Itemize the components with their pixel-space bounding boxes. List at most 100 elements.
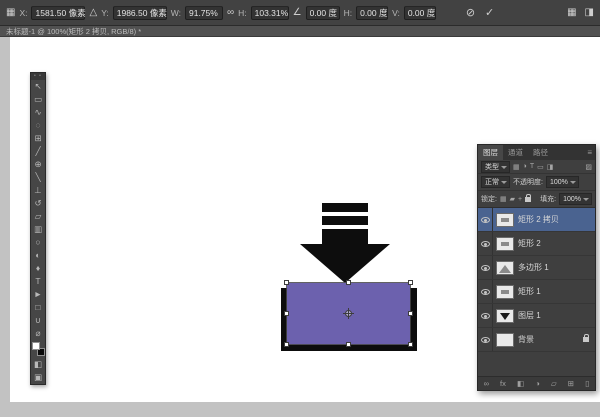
move-tool[interactable]: ↖ (31, 80, 45, 93)
layer-row-rect2-copy[interactable]: 矩形 2 拷贝 (478, 208, 595, 232)
clone-stamp-tool[interactable]: ⊥ (31, 184, 45, 197)
color-swatches[interactable] (32, 342, 45, 356)
layer-name: 矩形 1 (518, 286, 541, 297)
brush-tool[interactable]: ╲ (31, 171, 45, 184)
zoom-tool[interactable]: ⌀ (31, 327, 45, 340)
commit-transform-button[interactable]: ✓ (485, 6, 494, 20)
visibility-toggle[interactable] (478, 304, 493, 327)
new-layer-icon[interactable]: ⊞ (568, 379, 574, 388)
visibility-toggle[interactable] (478, 280, 493, 303)
y-input[interactable]: 1986.50 像素 (113, 6, 167, 20)
height-input[interactable]: 103.31% (251, 6, 289, 20)
quick-selection-tool[interactable]: ◌ (31, 119, 45, 132)
hand-tool[interactable]: ∪ (31, 314, 45, 327)
layer-row-layer1[interactable]: 图层 1 (478, 304, 595, 328)
dodge-tool[interactable]: ◐ (31, 249, 45, 262)
transform-handle-bottom-left[interactable] (284, 342, 289, 347)
transform-handle-top-middle[interactable] (346, 280, 351, 285)
filter-kind-select[interactable]: 类型 (481, 161, 510, 173)
type-tool[interactable]: T (31, 275, 45, 288)
delete-layer-icon[interactable]: ▯ (585, 379, 589, 388)
layer-thumbnail[interactable] (496, 261, 514, 275)
visibility-toggle[interactable] (478, 328, 493, 351)
layer-thumbnail[interactable] (496, 285, 514, 299)
transform-handle-top-right[interactable] (408, 280, 413, 285)
transform-handle-bottom-right[interactable] (408, 342, 413, 347)
visibility-toggle[interactable] (478, 256, 493, 279)
layer-thumbnail[interactable] (496, 309, 514, 323)
link-layers-icon[interactable]: ∞ (484, 379, 489, 388)
transform-bounding-box (286, 282, 411, 345)
lock-all-icon[interactable] (525, 197, 531, 202)
transform-reference-point[interactable] (345, 310, 352, 317)
path-selection-tool[interactable]: ► (31, 288, 45, 301)
transform-handle-middle-right[interactable] (408, 311, 413, 316)
adjustment-layer-icon[interactable]: ◑ (535, 379, 540, 388)
filter-toggle-icon[interactable]: ▨ (585, 163, 592, 171)
new-group-icon[interactable]: ▱ (551, 379, 557, 388)
filter-shape-icon[interactable]: ▭ (537, 163, 544, 171)
fill-select[interactable]: 100% (559, 193, 592, 205)
screen-mode-button[interactable]: ▣ (31, 371, 45, 384)
crop-tool[interactable]: ⊞ (31, 132, 45, 145)
lasso-tool[interactable]: ∿ (31, 106, 45, 119)
layer-thumbnail[interactable] (496, 333, 514, 347)
arrow-stripe-1 (322, 203, 368, 212)
width-input[interactable]: 91.75% (185, 6, 223, 20)
height-label: H: (238, 8, 247, 18)
filter-type-icon[interactable]: T (530, 163, 534, 170)
transform-handle-top-left[interactable] (284, 280, 289, 285)
marquee-tool[interactable]: ▭ (31, 93, 45, 106)
eyedropper-tool[interactable]: ╱ (31, 145, 45, 158)
opacity-select[interactable]: 100% (546, 176, 579, 188)
layer-thumbnail[interactable] (496, 237, 514, 251)
visibility-toggle[interactable] (478, 208, 493, 231)
filter-smart-object-icon[interactable]: ◨ (547, 163, 554, 171)
filter-adjustment-icon[interactable]: ◑ (523, 163, 527, 170)
blend-mode-select[interactable]: 正常 (481, 176, 510, 188)
foreground-color-swatch[interactable] (32, 342, 40, 350)
transform-handle-bottom-middle[interactable] (346, 342, 351, 347)
workspace-icon-2[interactable]: ◨ (585, 7, 594, 18)
eraser-tool[interactable]: ▱ (31, 210, 45, 223)
tab-layers[interactable]: 图层 (478, 145, 503, 160)
tab-channels[interactable]: 通道 (503, 145, 528, 160)
workspace-icon-1[interactable]: ▦ (567, 7, 576, 18)
toolbox-grip[interactable]: • • (31, 73, 45, 80)
v-skew-input[interactable]: 0.00 度 (404, 6, 436, 20)
tab-paths[interactable]: 路径 (528, 145, 553, 160)
healing-brush-tool[interactable]: ⊕ (31, 158, 45, 171)
arrow-stem (322, 229, 368, 244)
layer-row-background[interactable]: 背景 (478, 328, 595, 352)
document-tab[interactable]: 未标题-1 @ 100%(矩形 2 拷贝, RGB/8) * (0, 26, 600, 37)
blur-tool[interactable]: ○ (31, 236, 45, 249)
lock-position-icon[interactable]: + (518, 196, 522, 203)
transform-handle-middle-left[interactable] (284, 311, 289, 316)
lock-transparency-icon[interactable]: ▦ (500, 195, 507, 203)
eye-icon (481, 337, 490, 343)
layer-style-icon[interactable]: fx (500, 379, 506, 388)
gradient-tool[interactable]: ▥ (31, 223, 45, 236)
lock-pixels-icon[interactable]: ▰ (510, 195, 515, 203)
layer-row-polygon1[interactable]: 多边形 1 (478, 256, 595, 280)
link-dimensions-icon[interactable]: ∞ (227, 7, 234, 18)
layer-thumbnail[interactable] (496, 213, 514, 227)
pen-tool[interactable]: ♦ (31, 262, 45, 275)
arrow-stripe-2 (322, 216, 368, 225)
panel-menu-icon[interactable]: ≡ (587, 145, 595, 160)
layer-row-rect1[interactable]: 矩形 1 (478, 280, 595, 304)
h-skew-input[interactable]: 0.00 度 (356, 6, 388, 20)
visibility-toggle[interactable] (478, 232, 493, 255)
reference-point-icon[interactable]: ▦ (6, 7, 15, 18)
relative-position-icon[interactable]: △ (89, 7, 97, 18)
x-input[interactable]: 1581.50 像素 (31, 6, 85, 20)
filter-pixel-icon[interactable]: ▦ (513, 163, 520, 171)
history-brush-tool[interactable]: ↺ (31, 197, 45, 210)
quick-mask-button[interactable]: ◧ (31, 358, 45, 371)
eye-icon (481, 313, 490, 319)
shape-tool[interactable]: □ (31, 301, 45, 314)
layer-row-rect2[interactable]: 矩形 2 (478, 232, 595, 256)
add-mask-icon[interactable]: ◧ (517, 379, 524, 388)
rotation-input[interactable]: 0.00 度 (306, 6, 340, 20)
cancel-transform-button[interactable]: ⊘ (466, 6, 475, 20)
